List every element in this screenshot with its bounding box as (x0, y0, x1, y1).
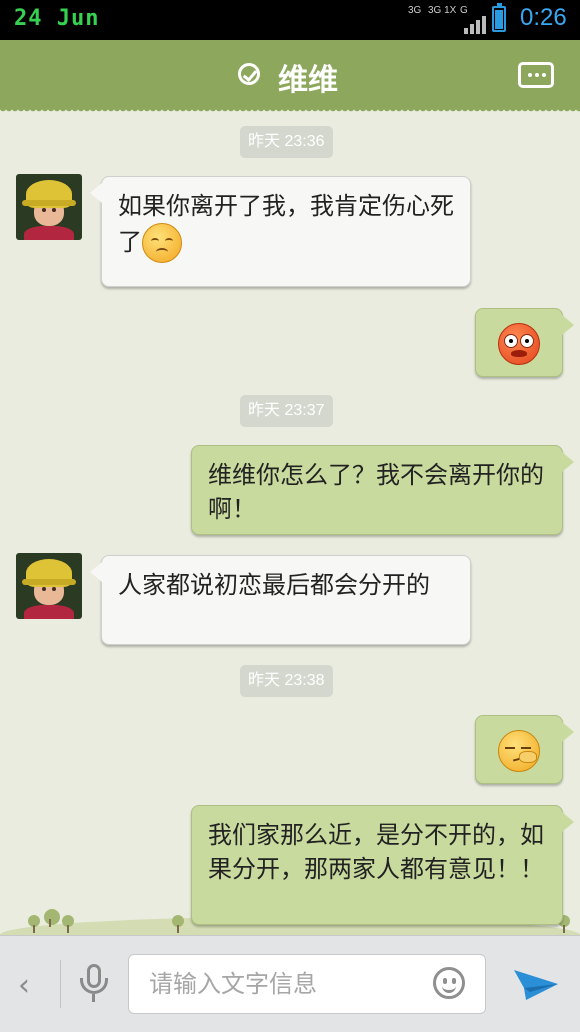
message-bubble-sent[interactable]: 维维你怎么了？我不会离开你的啊！ (191, 445, 574, 535)
angry-face-icon (498, 323, 540, 365)
network-g-label: G (460, 5, 468, 16)
emoji-smile-icon[interactable] (433, 967, 465, 999)
input-bar: ‹ (0, 935, 580, 1032)
verified-check-icon (238, 63, 260, 85)
message-bubble-sent[interactable]: 我们家那么近，是分不开的，如果分开，那两家人都有意见！！ (191, 805, 574, 925)
message-text: 维维你怎么了？我不会离开你的啊！ (208, 461, 544, 523)
network-3g-label: 3G (408, 5, 422, 16)
avatar[interactable] (16, 174, 82, 240)
network-3g1x-label: 3G 1X (428, 5, 457, 16)
timestamp: 昨天 23:37 (240, 395, 333, 427)
thinking-face-icon (498, 730, 540, 772)
battery-icon (492, 3, 506, 32)
message-text: 人家都说初恋最后都会分开的 (118, 571, 430, 599)
send-icon[interactable] (512, 964, 560, 1004)
sad-face-icon (142, 223, 182, 263)
status-bar: 24 Jun 3G 3G 1X G 0:26 (0, 0, 580, 40)
timestamp: 昨天 23:38 (240, 665, 333, 697)
network-status-icons: 3G 3G 1X G (408, 6, 498, 34)
chat-title: 维维 (278, 63, 338, 98)
chat-menu-icon[interactable] (518, 62, 554, 88)
message-bubble-sent[interactable] (475, 308, 574, 377)
microphone-icon[interactable] (80, 964, 108, 1004)
status-time: 0:26 (520, 4, 567, 31)
message-bubble-received[interactable]: 如果你离开了我，我肯定伤心死了 (90, 176, 471, 287)
chat-header: 维维 (0, 40, 580, 114)
message-bubble-sent[interactable] (475, 715, 574, 784)
avatar[interactable] (16, 553, 82, 619)
status-date: 24 Jun (14, 6, 100, 31)
chevron-left-icon[interactable]: ‹ (18, 968, 30, 1003)
message-text: 我们家那么近，是分不开的，如果分开，那两家人都有意见！！ (208, 821, 544, 883)
divider (60, 960, 61, 1008)
timestamp: 昨天 23:36 (240, 126, 333, 158)
message-bubble-received[interactable]: 人家都说初恋最后都会分开的 (90, 555, 471, 645)
